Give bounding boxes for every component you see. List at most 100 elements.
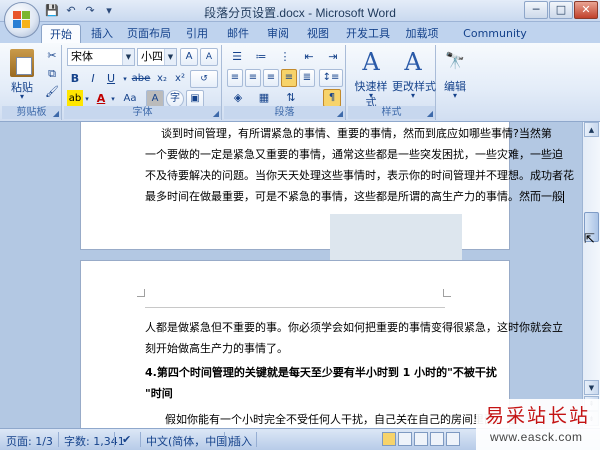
- borders-icon[interactable]: ▦: [253, 89, 275, 107]
- full-screen-view-icon[interactable]: [398, 432, 412, 446]
- font-name-value: 宋体: [71, 50, 93, 63]
- maximize-button[interactable]: □: [549, 1, 573, 19]
- scroll-up-icon[interactable]: ▲: [584, 122, 599, 137]
- doc-heading-line-2: "时间: [145, 387, 173, 400]
- font-size-combo[interactable]: 小四 ▼: [137, 48, 177, 66]
- underline-button[interactable]: U: [103, 70, 119, 88]
- align-center-icon[interactable]: ≡: [245, 69, 261, 87]
- tab-view[interactable]: 视图: [302, 24, 334, 43]
- insert-mode[interactable]: 插入: [230, 433, 252, 449]
- numbering-icon[interactable]: ≔: [251, 48, 271, 66]
- logo-text: 易采站长站: [485, 405, 591, 427]
- font-size-value: 小四: [141, 50, 163, 63]
- doc-line-4: 最多时间在做最重要，可是不紧急的事情，这些都是所谓的高生产力的事情。然而一般: [145, 186, 564, 207]
- grow-font-button[interactable]: A: [180, 48, 198, 66]
- styles-launcher-icon[interactable]: ◢: [427, 109, 433, 118]
- line-spacing-icon[interactable]: ↕≡: [319, 69, 343, 87]
- strikethrough-button[interactable]: abe: [130, 70, 152, 88]
- window-title: 段落分页设置.docx - Microsoft Word: [204, 6, 396, 20]
- editing-dropdown-icon[interactable]: ▾: [450, 91, 460, 100]
- paste-icon[interactable]: [10, 49, 34, 77]
- tab-addins[interactable]: 加载项: [402, 24, 442, 43]
- multilevel-list-icon[interactable]: ⋮: [275, 48, 295, 66]
- tab-references[interactable]: 引用: [181, 24, 213, 43]
- italic-button[interactable]: I: [85, 70, 101, 88]
- distributed-icon[interactable]: ≣: [299, 69, 315, 87]
- shrink-font-button[interactable]: A: [200, 48, 218, 66]
- page-corner-mark: [443, 289, 451, 297]
- word-count[interactable]: 字数: 1,341: [64, 433, 125, 449]
- copy-icon[interactable]: ⧉: [44, 65, 60, 83]
- format-painter-icon[interactable]: 🖌: [44, 83, 60, 101]
- bold-button[interactable]: B: [67, 70, 83, 88]
- superscript-button[interactable]: x²: [172, 70, 188, 88]
- quick-styles-dropdown-icon[interactable]: ▾: [366, 91, 376, 100]
- align-right-icon[interactable]: ≡: [263, 69, 279, 87]
- change-styles-icon[interactable]: A: [400, 47, 426, 77]
- font-name-combo[interactable]: 宋体 ▼: [67, 48, 135, 66]
- subscript-button[interactable]: x₂: [154, 70, 170, 88]
- page-count[interactable]: 页面: 1/3: [6, 433, 53, 449]
- cut-icon[interactable]: ✂: [44, 47, 60, 65]
- status-separator: [114, 432, 115, 447]
- tab-home[interactable]: 开始: [41, 24, 81, 43]
- doc-line-7: 假如你能有一个小时完全不受任何人干扰，自己关在自己的房间里面，思: [165, 413, 517, 426]
- draft-view-icon[interactable]: [446, 432, 460, 446]
- justify-icon[interactable]: ≡: [281, 69, 297, 87]
- clear-formatting-button[interactable]: ↺: [190, 70, 218, 88]
- shading-icon[interactable]: ◈: [227, 89, 249, 107]
- decrease-indent-icon[interactable]: ⇤: [299, 48, 319, 66]
- paragraph-launcher-icon[interactable]: ◢: [337, 109, 343, 118]
- align-left-icon[interactable]: ≡: [227, 69, 243, 87]
- quick-styles-icon[interactable]: A: [358, 47, 384, 77]
- print-layout-view-icon[interactable]: [382, 432, 396, 446]
- tab-community-clips[interactable]: Community Clips: [450, 24, 540, 59]
- minimize-button[interactable]: ─: [524, 1, 548, 19]
- doc-line-2: 一个要做的一定是紧急又重要的事情，通常这些都是一些突发困扰，一些灾难，一些迫: [145, 148, 563, 161]
- doc-line-3: 不及待要解决的问题。当你天天处理这些事情时，表示你的时间管理并不理想。成功者花: [145, 169, 574, 182]
- office-logo-icon: [13, 11, 31, 29]
- status-separator: [58, 432, 59, 447]
- chevron-down-icon[interactable]: ▼: [122, 49, 134, 65]
- change-styles-dropdown-icon[interactable]: ▾: [408, 91, 418, 100]
- bullets-icon[interactable]: ☰: [227, 48, 247, 66]
- tab-insert[interactable]: 插入: [86, 24, 118, 43]
- font-launcher-icon[interactable]: ◢: [213, 109, 219, 118]
- show-marks-icon[interactable]: ¶: [323, 89, 341, 107]
- underline-dropdown-icon[interactable]: ▾: [121, 70, 129, 88]
- vertical-scrollbar[interactable]: ▲ ▼ ⇞ ⇟: [582, 122, 600, 428]
- status-separator: [256, 432, 257, 447]
- site-logo: 易采站长站 www.easck.com: [476, 399, 600, 450]
- doc-line-5: 人都是做紧急但不重要的事。你必须学会如何把重要的事情变得很紧急，这时你就会立: [145, 321, 563, 334]
- sort-icon[interactable]: ⇅: [281, 89, 301, 107]
- web-layout-view-icon[interactable]: [414, 432, 428, 446]
- close-button[interactable]: ✕: [574, 1, 598, 19]
- binoculars-icon[interactable]: 🔭: [443, 49, 467, 73]
- editing-group: 🔭 编辑 ▾: [438, 45, 472, 120]
- proofing-icon[interactable]: ✔: [122, 433, 131, 446]
- doc-line-4-text: 最多时间在做最重要，可是不紧急的事情，这些都是所谓的高生产力的事情。然而一般: [145, 190, 563, 203]
- scroll-down-icon[interactable]: ▼: [584, 380, 599, 395]
- outline-view-icon[interactable]: [430, 432, 444, 446]
- tab-review[interactable]: 审阅: [262, 24, 294, 43]
- tab-mailings[interactable]: 邮件: [222, 24, 254, 43]
- status-separator: [224, 432, 225, 447]
- status-separator: [140, 432, 141, 447]
- language-status[interactable]: 中文(简体，中国): [146, 433, 232, 449]
- tab-developer[interactable]: 开发工具: [343, 24, 393, 43]
- office-button[interactable]: [4, 2, 40, 38]
- tab-page-layout[interactable]: 页面布局: [124, 24, 174, 43]
- mouse-cursor-icon: ⇱: [584, 232, 595, 247]
- clipboard-launcher-icon[interactable]: ◢: [53, 109, 59, 118]
- page-2: 人都是做紧急但不重要的事。你必须学会如何把重要的事情变得很紧急，这时你就会立 刻…: [80, 260, 563, 428]
- increase-indent-icon[interactable]: ⇥: [323, 48, 343, 66]
- paragraph-group-label: 段落: [224, 106, 345, 119]
- chevron-down-icon[interactable]: ▼: [164, 49, 176, 65]
- doc-heading-line-1: 4.第四个时间管理的关键就是每天至少要有半小时到 1 小时的"不被干扰: [145, 366, 497, 379]
- ribbon: 粘贴 ▾ ✂ ⧉ 🖌 剪贴板 ◢ 宋体 ▼ 小四 ▼ A A B I U ▾ a…: [0, 43, 600, 122]
- document-area[interactable]: 谈到时间管理，有所谓紧急的事情、重要的事情，然而到底应如哪些事情?当然第 一个要…: [0, 122, 582, 428]
- title-bar: 💾 ↶ ↷ ▾ 段落分页设置.docx - Microsoft Word ─ □…: [0, 0, 600, 22]
- paste-dropdown-icon[interactable]: ▾: [16, 92, 28, 101]
- page-corner-mark: [137, 289, 145, 297]
- text-cursor: [563, 191, 564, 203]
